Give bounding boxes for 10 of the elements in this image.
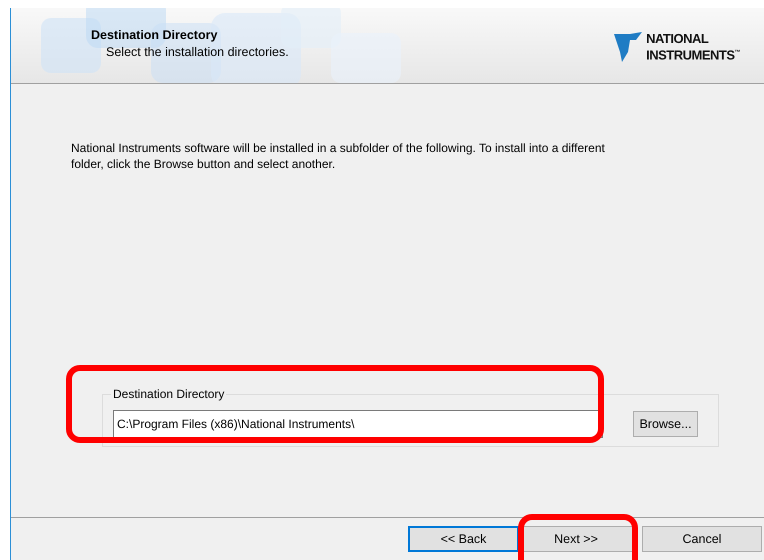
logo-text: NATIONAL INSTRUMENTS$^{™}$ [646, 32, 740, 62]
description-text: National Instruments software will be installed in a subfolder of the following. To install into a different folder, click the Browse button and select another. [71, 140, 606, 172]
page-title: Destination Directory [91, 28, 218, 42]
cancel-button[interactable]: Cancel [642, 526, 762, 552]
back-button[interactable]: << Back [408, 526, 519, 552]
path-field[interactable]: C:\Program Files (x86)\National Instruments\ [113, 410, 603, 438]
browse-button[interactable]: Browse... [633, 411, 698, 437]
logo-icon [614, 30, 644, 64]
page-subtitle: Select the installation directories. [105, 45, 289, 59]
group-label: Destination Directory [111, 387, 226, 401]
